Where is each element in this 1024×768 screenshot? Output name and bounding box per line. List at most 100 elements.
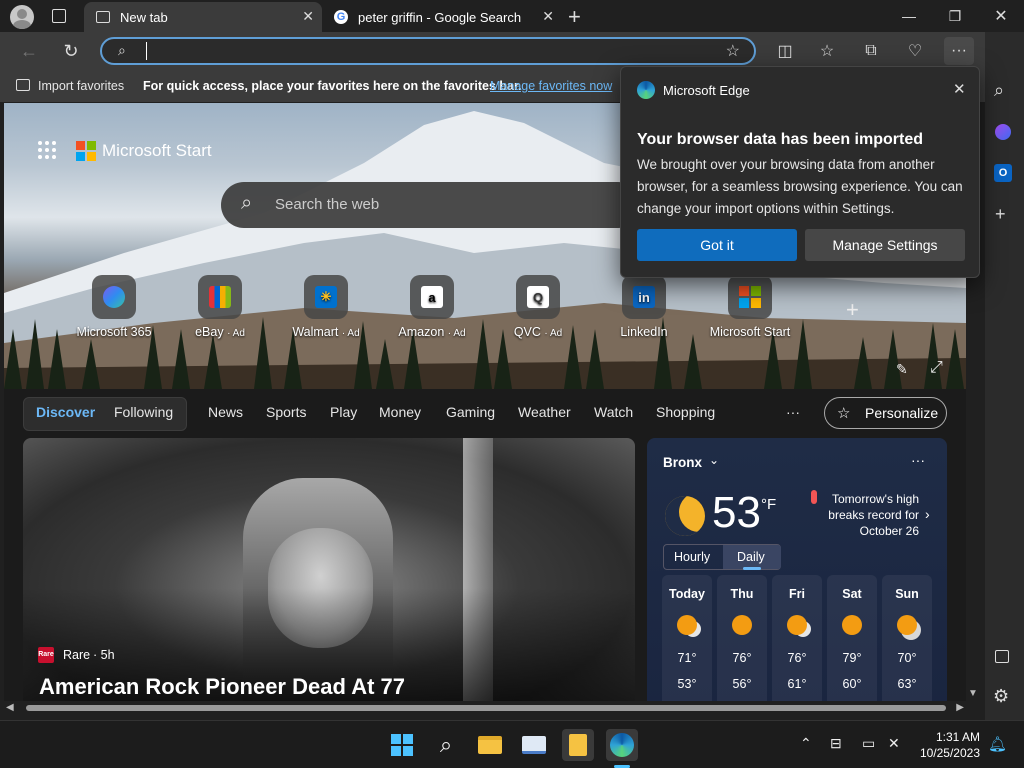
clock-date: 10/25/2023 (919, 746, 980, 760)
chevron-down-icon[interactable]: ⌄ (709, 453, 719, 467)
quick-link-microsoft-start[interactable]: Microsoft Start (700, 275, 800, 339)
network-icon[interactable]: ⊟ (830, 735, 842, 752)
popup-app-name: Microsoft Edge (663, 83, 750, 98)
more-nav-icon[interactable]: ··· (786, 404, 800, 420)
tab-following[interactable]: Following (114, 404, 173, 420)
personalize-star-icon: ☆ (837, 405, 851, 422)
tab-sports[interactable]: Sports (266, 404, 306, 420)
quick-link-microsoft-365[interactable]: Microsoft 365 (64, 275, 164, 339)
qvc-icon: Q (527, 286, 549, 308)
forecast-day[interactable]: Today 71° 53° (662, 575, 712, 701)
horizontal-scroll-thumb[interactable] (26, 705, 946, 711)
taskbar-search-icon[interactable]: ⌕ (430, 729, 462, 761)
file-explorer-icon[interactable] (474, 729, 506, 761)
start-button[interactable] (386, 729, 418, 761)
refresh-button[interactable]: ↻ (60, 40, 82, 62)
forecast-day[interactable]: Sat 79° 60° (827, 575, 877, 701)
close-tab-icon[interactable]: ✕ (542, 8, 554, 25)
settings-more-icon[interactable]: ··· (944, 37, 974, 65)
scroll-left-arrow-icon[interactable]: ◀ (6, 702, 14, 713)
tab-new-tab[interactable]: New tab ✕ (84, 2, 322, 32)
tab-play[interactable]: Play (330, 404, 357, 420)
notifications-bell-icon[interactable]: 🔔︎ (988, 735, 1007, 753)
chevron-right-icon[interactable]: › (925, 506, 930, 522)
microsoft-start-brand[interactable]: Microsoft Start (102, 141, 212, 161)
personalize-button[interactable]: ☆ Personalize (824, 397, 947, 429)
news-headline[interactable]: American Rock Pioneer Dead At 77 (39, 674, 405, 700)
quick-link-walmart[interactable]: ✳ Walmart · Ad (276, 275, 376, 339)
weather-location[interactable]: Bronx (663, 455, 702, 470)
address-input[interactable] (146, 42, 706, 60)
page-settings-brush-icon[interactable]: ✎ (896, 361, 908, 378)
scroll-right-arrow-icon[interactable]: ▶ (956, 702, 964, 713)
import-notification-popup: Microsoft Edge ✕ Your browser data has b… (620, 66, 980, 278)
weather-more-icon[interactable]: ··· (911, 452, 925, 468)
add-sidebar-app-icon[interactable]: + (995, 204, 1006, 225)
edge-taskbar-icon[interactable] (606, 729, 638, 761)
forecast-day[interactable]: Fri 76° 61° (772, 575, 822, 701)
profile-avatar[interactable] (10, 5, 34, 29)
split-screen-icon[interactable]: ◫ (774, 40, 796, 62)
task-manager-icon[interactable] (518, 729, 550, 761)
sidebar-settings-gear-icon[interactable]: ⚙ (993, 686, 1009, 707)
search-icon: ⌕ (241, 192, 253, 214)
horizontal-scrollbar[interactable]: ◀ ▶ (4, 701, 966, 715)
favorites-icon[interactable]: ☆ (816, 40, 838, 62)
minimize-button[interactable]: — (886, 0, 932, 32)
tab-strip: New tab ✕ G peter griffin - Google Searc… (0, 0, 1024, 32)
got-it-button[interactable]: Got it (637, 229, 797, 261)
tab-actions-icon[interactable] (52, 9, 66, 23)
close-tab-icon[interactable]: ✕ (302, 8, 314, 25)
forecast-day[interactable]: Sun 70° 63° (882, 575, 932, 701)
system-clock[interactable]: 1:31 AM 10/25/2023 (916, 729, 980, 761)
forecast-day[interactable]: Thu 76° 56° (717, 575, 767, 701)
outlook-icon[interactable]: O (994, 164, 1012, 182)
collections-icon[interactable]: ⧉ (860, 40, 882, 62)
news-source-logo: Rare (38, 647, 54, 663)
search-icon[interactable]: ⌕ (994, 80, 1004, 101)
hide-sidebar-icon[interactable] (995, 650, 1009, 663)
tab-money[interactable]: Money (379, 404, 421, 420)
ebay-icon (209, 286, 231, 308)
copilot-sidebar-icon[interactable] (995, 124, 1011, 140)
show-hidden-icons-chevron-icon[interactable]: ⌃ (800, 735, 812, 752)
back-button[interactable]: ← (18, 40, 40, 62)
new-tab-button[interactable]: + (568, 4, 581, 30)
scroll-down-arrow-icon[interactable]: ▼ (968, 688, 978, 699)
manage-favorites-link[interactable]: Manage favorites now (490, 79, 612, 93)
tab-discover[interactable]: Discover (36, 404, 95, 420)
apps-launcher-icon[interactable] (38, 141, 56, 159)
expand-icon[interactable]: ⤢ (930, 359, 943, 377)
tab-news[interactable]: News (208, 404, 243, 420)
tab-title: peter griffin - Google Search (358, 9, 522, 25)
quick-link-ebay[interactable]: eBay · Ad (170, 275, 270, 339)
temperature-unit[interactable]: °F (761, 496, 776, 513)
add-quick-link-icon[interactable]: + (846, 297, 859, 323)
display-icon[interactable]: ▭ (862, 735, 875, 752)
close-window-button[interactable]: ✕ (978, 0, 1024, 32)
tab-watch[interactable]: Watch (594, 404, 633, 420)
weather-alert[interactable]: Tomorrow's high breaks record for Octobe… (819, 491, 919, 539)
tab-google-search[interactable]: G peter griffin - Google Search ✕ (322, 2, 562, 32)
address-bar[interactable]: ⌕ ☆ (100, 37, 756, 65)
quick-link-amazon[interactable]: a Amazon · Ad (382, 275, 482, 339)
moon-cloud-icon (665, 496, 705, 536)
import-favorites-button[interactable]: Import favorites (38, 79, 124, 93)
web-search-box[interactable]: ⌕ Search the web (221, 182, 641, 228)
quick-link-linkedin[interactable]: in LinkedIn (594, 275, 694, 339)
news-source: Rare (63, 648, 91, 662)
tab-gaming[interactable]: Gaming (446, 404, 495, 420)
hourly-tab[interactable]: Hourly (674, 550, 710, 564)
tab-weather[interactable]: Weather (518, 404, 571, 420)
add-favorite-star-icon[interactable]: ☆ (726, 41, 740, 61)
tab-shopping[interactable]: Shopping (656, 404, 715, 420)
restore-button[interactable]: ❐ (932, 0, 978, 32)
quick-link-qvc[interactable]: Q QVC · Ad (488, 275, 588, 339)
notepad-app-icon[interactable] (562, 729, 594, 761)
browser-essentials-icon[interactable]: ♡ (904, 40, 926, 62)
muted-speaker-icon[interactable]: ✕ (888, 735, 900, 752)
daily-tab[interactable]: Daily (737, 550, 765, 564)
news-card[interactable]: Rare Rare · 5h American Rock Pioneer Dea… (23, 438, 635, 701)
manage-settings-button[interactable]: Manage Settings (805, 229, 965, 261)
close-icon[interactable]: ✕ (953, 80, 966, 98)
